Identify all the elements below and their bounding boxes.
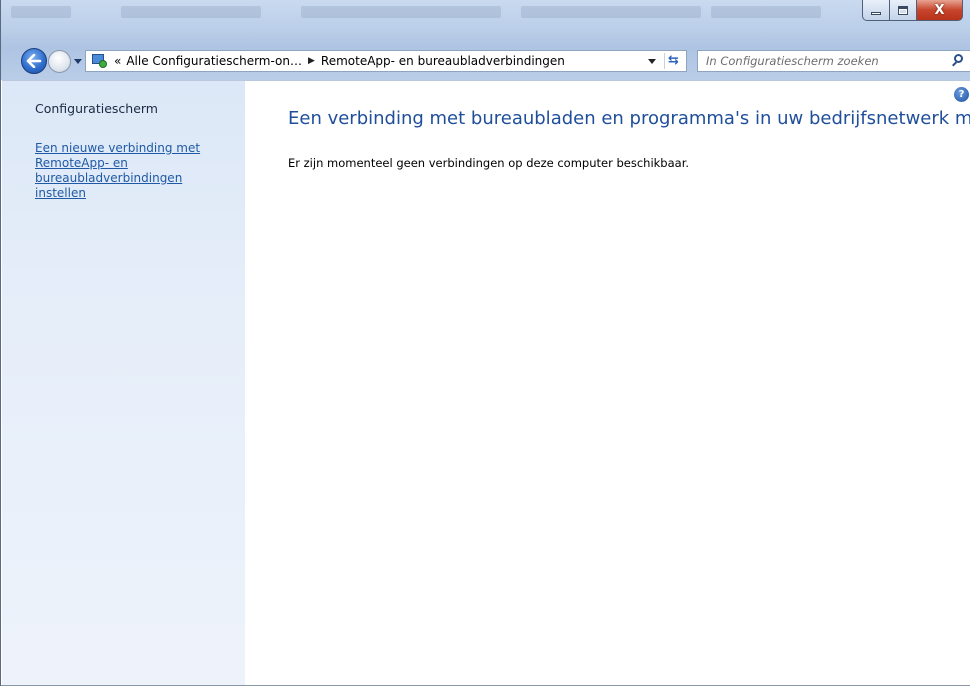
breadcrumb-item-control-panel[interactable]: Alle Configuratiescherm-on… — [126, 54, 302, 68]
background-blur — [521, 6, 701, 18]
close-button[interactable]: X — [917, 0, 963, 21]
address-dropdown-icon[interactable] — [648, 59, 656, 64]
window: X « Alle Configuratiescherm-on… ▶ Remote… — [0, 0, 970, 686]
breadcrumb-overflow[interactable]: « — [114, 54, 121, 68]
background-blur — [711, 6, 821, 18]
page-title: Een verbinding met bureaubladen en progr… — [288, 108, 970, 129]
recent-pages-dropdown[interactable] — [74, 59, 82, 64]
sidebar-title: Configuratiescherm — [35, 101, 158, 116]
search-box — [697, 50, 970, 72]
background-blur — [11, 6, 71, 18]
sidebar: Configuratiescherm Een nieuwe verbinding… — [2, 80, 245, 686]
main-content: ? Een verbinding met bureaubladen en pro… — [245, 80, 970, 686]
close-icon: X — [934, 2, 945, 18]
back-button[interactable] — [21, 48, 47, 74]
back-arrow-icon — [26, 54, 42, 68]
breadcrumb-item-remoteapp[interactable]: RemoteApp- en bureaubladverbindingen — [321, 54, 565, 68]
background-blur — [121, 6, 261, 18]
minimize-icon — [871, 11, 881, 15]
maximize-icon — [898, 5, 908, 15]
maximize-button[interactable] — [890, 0, 917, 21]
search-input[interactable] — [706, 54, 946, 68]
search-icon[interactable] — [951, 54, 965, 68]
refresh-button[interactable]: ⇆ — [664, 53, 682, 69]
new-connection-link[interactable]: Een nieuwe verbinding met RemoteApp- en … — [35, 141, 225, 201]
background-blur — [301, 6, 501, 18]
help-icon[interactable]: ? — [954, 87, 969, 102]
address-bar[interactable]: « Alle Configuratiescherm-on… ▶ RemoteAp… — [85, 50, 687, 72]
forward-button[interactable] — [48, 50, 71, 73]
breadcrumb-separator-icon[interactable]: ▶ — [308, 56, 315, 66]
minimize-button[interactable] — [862, 0, 890, 21]
window-chrome: X « Alle Configuratiescherm-on… ▶ Remote… — [1, 0, 970, 80]
remoteapp-icon — [92, 54, 108, 68]
no-connections-message: Er zijn momenteel geen verbindingen op d… — [288, 156, 690, 170]
window-controls: X — [862, 0, 963, 21]
